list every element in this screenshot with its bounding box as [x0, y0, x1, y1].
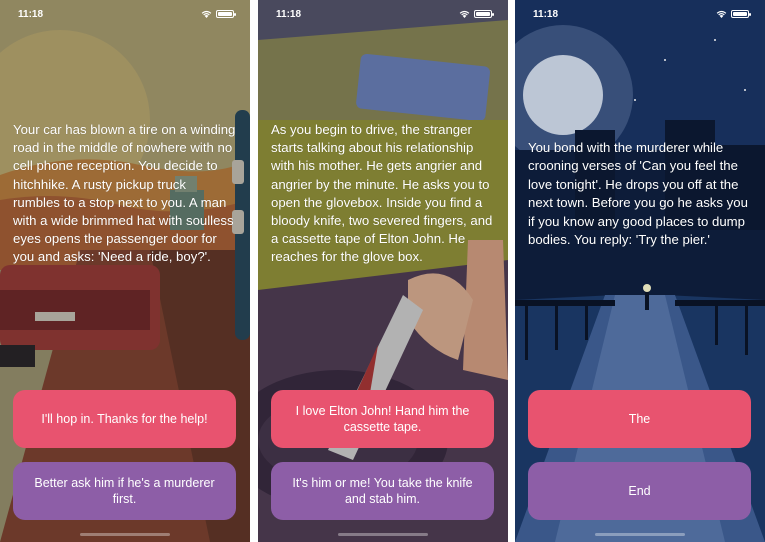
wifi-icon [459, 10, 470, 18]
choice-1-button[interactable]: I love Elton John! Hand him the cassette… [271, 390, 494, 448]
story-screen-1: 11:18 Your car has blown a tire on a win… [0, 0, 250, 542]
car-interior-background-image [258, 0, 508, 542]
wifi-icon [201, 10, 212, 18]
home-indicator[interactable] [338, 533, 428, 536]
choice-1-button[interactable]: The [528, 390, 751, 448]
choice-2-button[interactable]: It's him or me! You take the knife and s… [271, 462, 494, 520]
choice-1-button[interactable]: I'll hop in. Thanks for the help! [13, 390, 236, 448]
story-screen-2: 11:18 As you begin to drive, the strange… [258, 0, 508, 542]
road-background-image [0, 0, 250, 542]
story-text: As you begin to drive, the stranger star… [271, 122, 493, 265]
home-indicator[interactable] [80, 533, 170, 536]
battery-icon [216, 10, 236, 18]
choice-2-button[interactable]: End [528, 462, 751, 520]
status-bar: 11:18 [258, 0, 508, 28]
story-text: Your car has blown a tire on a winding r… [13, 122, 236, 265]
battery-icon [731, 10, 751, 18]
story-screen-3: 11:18 You bond with the murderer while c… [515, 0, 765, 542]
status-bar: 11:18 [0, 0, 250, 28]
status-time: 11:18 [533, 8, 559, 20]
status-bar: 11:18 [515, 0, 765, 28]
choice-2-button[interactable]: Better ask him if he's a murderer first. [13, 462, 236, 520]
home-indicator[interactable] [595, 533, 685, 536]
battery-icon [474, 10, 494, 18]
status-time: 11:18 [276, 8, 302, 20]
pier-night-background-image [515, 0, 765, 542]
status-time: 11:18 [18, 8, 44, 20]
wifi-icon [716, 10, 727, 18]
story-text: You bond with the murderer while croonin… [528, 140, 748, 248]
